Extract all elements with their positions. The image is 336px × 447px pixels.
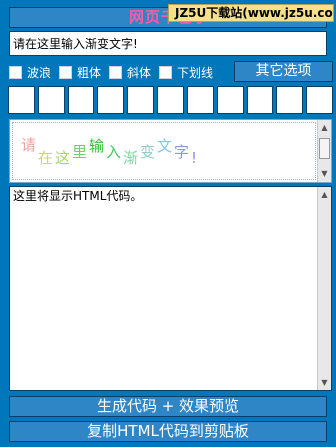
color-swatch[interactable]: [97, 86, 125, 114]
preview-scroll-thumb[interactable]: [319, 138, 330, 159]
generate-preview-button[interactable]: 生成代码 + 效果预览: [9, 396, 327, 417]
color-swatch-row: [8, 86, 336, 115]
preview-char: 在: [38, 149, 54, 167]
scroll-up-arrow-icon[interactable]: ▲: [318, 121, 331, 134]
copy-html-button[interactable]: 复制HTML代码到剪贴板: [9, 421, 327, 442]
html-code-area[interactable]: 这里将显示HTML代码。 ▲ ▼: [9, 186, 332, 391]
preview-char: 变: [140, 143, 156, 161]
preview-scrollbar[interactable]: ▲ ▼: [317, 120, 331, 182]
color-swatch[interactable]: [306, 86, 333, 114]
preview-char: 这: [55, 149, 71, 167]
preview-char: 入: [106, 143, 122, 161]
color-swatch[interactable]: [276, 86, 304, 114]
wave-label: 波浪: [27, 65, 52, 80]
option-wave[interactable]: 波浪: [9, 63, 51, 81]
preview-panel: 请在这里输入渐变文字! ▲ ▼: [9, 119, 332, 183]
color-swatch[interactable]: [186, 86, 214, 114]
preview-char: 文: [157, 137, 173, 155]
underline-label: 下划线: [177, 65, 214, 80]
preview-char: 里: [72, 143, 88, 161]
preview-char: !: [191, 149, 198, 167]
color-swatch[interactable]: [8, 86, 35, 114]
option-bold[interactable]: 粗体: [59, 63, 101, 81]
watermark-banner: JZ5U下载站(www.jz5u.com): [168, 4, 334, 22]
preview-char: 请: [21, 136, 37, 154]
wave-checkbox[interactable]: [9, 65, 22, 79]
other-options-button[interactable]: 其它选项: [234, 61, 333, 82]
gradient-text-input[interactable]: [9, 31, 327, 56]
color-swatch[interactable]: [37, 86, 65, 114]
color-swatch[interactable]: [246, 86, 274, 114]
color-swatch[interactable]: [67, 86, 95, 114]
code-scrollbar[interactable]: ▲ ▼: [317, 187, 331, 390]
color-swatch[interactable]: [157, 86, 184, 114]
bold-label: 粗体: [77, 65, 102, 80]
preview-char: 字: [174, 143, 190, 161]
italic-label: 斜体: [127, 65, 152, 80]
preview-char: 渐: [123, 149, 139, 167]
color-swatch[interactable]: [127, 86, 155, 114]
html-code-text: 这里将显示HTML代码。: [13, 189, 143, 203]
underline-checkbox[interactable]: [159, 65, 172, 79]
preview-text-area: 请在这里输入渐变文字!: [12, 122, 316, 180]
preview-char: 输: [89, 137, 105, 155]
bold-checkbox[interactable]: [59, 65, 72, 79]
scroll-down-arrow-icon[interactable]: ▼: [318, 167, 331, 180]
scroll-down-arrow-icon[interactable]: ▼: [318, 376, 331, 389]
italic-checkbox[interactable]: [109, 65, 122, 79]
scroll-up-arrow-icon[interactable]: ▲: [318, 188, 331, 201]
option-italic[interactable]: 斜体: [109, 63, 151, 81]
color-swatch[interactable]: [216, 86, 244, 114]
option-underline[interactable]: 下划线: [159, 63, 213, 81]
